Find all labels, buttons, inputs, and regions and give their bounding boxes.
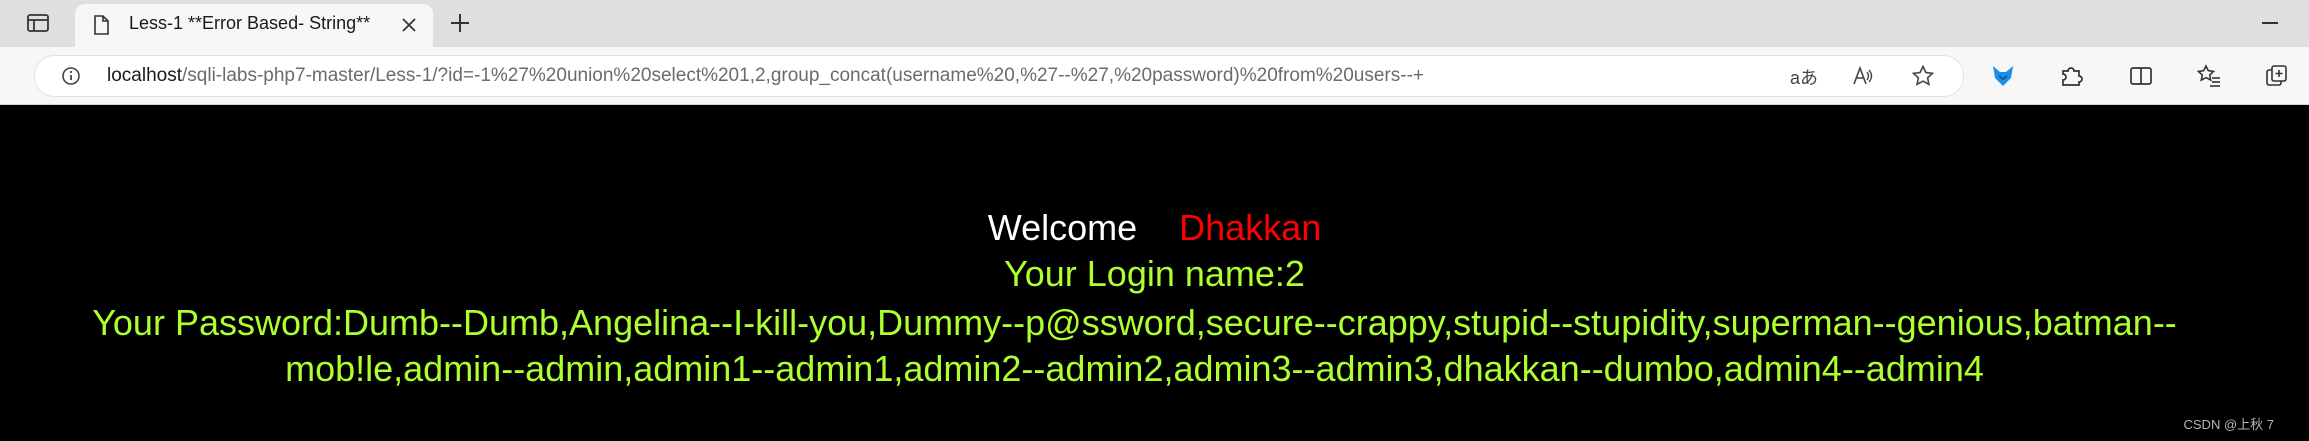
extension-fox-icon[interactable] bbox=[1990, 63, 2016, 89]
read-aloud-icon[interactable] bbox=[1851, 65, 1873, 87]
extensions-puzzle-icon[interactable] bbox=[2058, 63, 2084, 89]
watermark: CSDN @上秋 7 bbox=[2183, 417, 2275, 432]
plus-icon[interactable] bbox=[449, 12, 471, 34]
minimize-icon[interactable] bbox=[2262, 22, 2278, 24]
page-content: Welcome Dhakkan Your Login name:2 Your Pa… bbox=[0, 105, 2309, 441]
toolbar: localhost/sqli-labs-php7-master/Less-1/?… bbox=[0, 47, 2309, 105]
url-text[interactable]: localhost/sqli-labs-php7-master/Less-1/?… bbox=[107, 65, 1424, 87]
read-aloud-glyph[interactable]: aあ bbox=[1790, 64, 1818, 90]
password-block: Your Password:Dumb--Dumb,Angelina--I-kil… bbox=[0, 300, 2289, 392]
password-line-1: Your Password:Dumb--Dumb,Angelina--I-kil… bbox=[92, 302, 2177, 343]
split-screen-icon[interactable] bbox=[2128, 63, 2154, 89]
page-icon bbox=[94, 15, 109, 35]
welcome-text: Welcome bbox=[987, 207, 1138, 248]
info-icon[interactable] bbox=[61, 66, 81, 86]
tab-strip: Less-1 **Error Based- String** bbox=[0, 0, 2309, 47]
address-bar[interactable]: localhost/sqli-labs-php7-master/Less-1/?… bbox=[34, 55, 1964, 97]
welcome-line: Welcome Dhakkan bbox=[0, 207, 2309, 249]
close-icon[interactable] bbox=[401, 17, 417, 33]
login-name-line: Your Login name:2 bbox=[1004, 253, 1305, 294]
tab-active[interactable]: Less-1 **Error Based- String** bbox=[75, 4, 433, 47]
url-host: localhost bbox=[107, 65, 182, 86]
favorites-icon[interactable] bbox=[2196, 63, 2222, 89]
collections-icon[interactable] bbox=[2264, 63, 2290, 89]
tab-title: Less-1 **Error Based- String** bbox=[129, 13, 371, 33]
password-line-2: mob!le,admin--admin,admin1--admin1,admin… bbox=[285, 348, 1984, 389]
user-name: Dhakkan bbox=[1179, 207, 1322, 248]
favorite-star-icon[interactable] bbox=[1911, 64, 1935, 88]
url-path: /sqli-labs-php7-master/Less-1/?id=-1%27%… bbox=[182, 65, 1425, 86]
sidebar-icon[interactable] bbox=[26, 11, 50, 35]
